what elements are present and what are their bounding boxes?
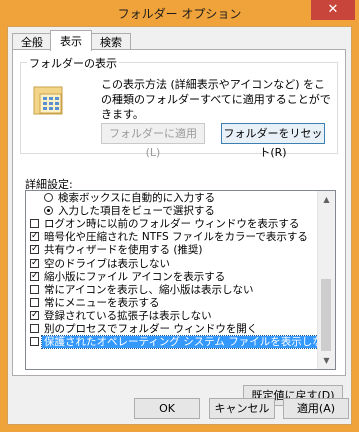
apply-button[interactable]: 適用(A) xyxy=(283,398,349,419)
cancel-button[interactable]: キャンセル xyxy=(209,398,275,419)
reset-folders-button[interactable]: フォルダーをリセット(R) xyxy=(221,123,325,159)
dialog-body: 全般 表示 検索 フォルダーの表示 この表示方法 (詳細表示やアイコンなど) を… xyxy=(7,26,352,425)
checkbox[interactable] xyxy=(30,297,39,307)
checkbox[interactable] xyxy=(30,284,39,294)
advanced-setting-label: 検索ボックスに自動的に入力する xyxy=(58,192,216,205)
advanced-setting-label: 常にメニューを表示する xyxy=(44,296,160,309)
advanced-setting-label: 暗号化や圧縮された NTFS ファイルをカラーで表示する xyxy=(44,231,308,244)
close-button[interactable]: ✕ xyxy=(311,0,355,20)
advanced-setting-label: ログオン時に以前のフォルダー ウィンドウを表示する xyxy=(44,218,300,231)
radio-button[interactable] xyxy=(44,193,53,203)
advanced-setting-row[interactable]: ログオン時に以前のフォルダー ウィンドウを表示する xyxy=(26,218,318,230)
folder-options-window: フォルダー オプション ✕ 全般 表示 検索 フォルダーの表示 この表示方法 (… xyxy=(0,0,359,432)
folder-views-description: この表示方法 (詳細表示やアイコンなど) をこの種類のフォルダーすべてに適用する… xyxy=(101,78,331,121)
title-bar[interactable]: フォルダー オプション ✕ xyxy=(0,0,359,26)
advanced-setting-row[interactable]: 空のドライブは表示しない xyxy=(26,257,318,270)
advanced-setting-label: 登録されている拡張子は表示しない xyxy=(44,309,212,322)
advanced-setting-label: 常にアイコンを表示し、縮小版は表示しない xyxy=(44,283,254,296)
checkbox[interactable] xyxy=(30,219,39,229)
folder-views-label: フォルダーの表示 xyxy=(27,55,119,71)
advanced-setting-label: 縮小版にファイル アイコンを表示する xyxy=(44,270,226,283)
checkbox[interactable] xyxy=(30,324,39,334)
view-tab-panel: フォルダーの表示 この表示方法 (詳細表示やアイコンなど) をこの種類のフォルダ… xyxy=(12,49,346,406)
window-title: フォルダー オプション xyxy=(117,7,242,21)
tab-view[interactable]: 表示 xyxy=(50,30,92,51)
advanced-setting-row[interactable]: 常にアイコンを表示し、縮小版は表示しない xyxy=(26,284,318,296)
advanced-setting-label: 別のプロセスでフォルダー ウィンドウを開く xyxy=(44,323,258,336)
checkbox[interactable] xyxy=(30,243,39,255)
radio-button[interactable] xyxy=(44,206,53,216)
checkbox[interactable] xyxy=(30,230,39,242)
advanced-settings-list[interactable]: 検索ボックスに自動的に入力する 入力した項目をビューで選択する ログオン時に以前のフ… xyxy=(25,190,336,370)
advanced-setting-row[interactable]: 検索ボックスに自動的に入力する xyxy=(26,192,318,204)
advanced-setting-row[interactable]: 入力した項目をビューで選択する xyxy=(26,205,318,217)
ok-button[interactable]: OK xyxy=(134,398,200,419)
advanced-setting-row[interactable]: 常にメニューを表示する xyxy=(26,297,318,309)
folder-views-group: フォルダーの表示 この表示方法 (詳細表示やアイコンなど) をこの種類のフォルダ… xyxy=(20,55,338,159)
apply-to-folders-button[interactable]: フォルダーに適用(L) xyxy=(101,123,205,159)
advanced-setting-row[interactable]: 暗号化や圧縮された NTFS ファイルをカラーで表示する xyxy=(26,230,318,244)
advanced-setting-row[interactable]: 縮小版にファイル アイコンを表示する xyxy=(26,270,318,283)
checkbox[interactable] xyxy=(30,270,39,282)
vertical-scrollbar[interactable]: ▲ ▼ xyxy=(317,191,335,369)
checkbox[interactable] xyxy=(30,257,39,269)
scroll-up-icon[interactable]: ▲ xyxy=(318,191,335,208)
advanced-setting-label: 共有ウィザードを使用する (推奨) xyxy=(44,244,203,257)
advanced-setting-row[interactable]: 登録されている拡張子は表示しない xyxy=(26,309,318,322)
scroll-down-icon[interactable]: ▼ xyxy=(318,352,335,369)
advanced-setting-label: 保護されたオペレーティング システム ファイルを表示しない (推奨) xyxy=(41,335,335,350)
scroll-thumb[interactable] xyxy=(321,279,331,351)
checkbox[interactable] xyxy=(30,337,39,347)
checkbox[interactable] xyxy=(30,309,39,321)
advanced-setting-row[interactable]: 保護されたオペレーティング システム ファイルを表示しない (推奨) xyxy=(26,335,335,350)
advanced-setting-row[interactable]: 共有ウィザードを使用する (推奨) xyxy=(26,243,318,257)
tab-general[interactable]: 全般 xyxy=(12,33,52,50)
advanced-setting-label: 空のドライブは表示しない xyxy=(44,257,170,270)
advanced-setting-row[interactable]: 別のプロセスでフォルダー ウィンドウを開く xyxy=(26,323,318,335)
tab-search[interactable]: 検索 xyxy=(91,33,131,50)
advanced-setting-label: 入力した項目をビューで選択する xyxy=(58,205,215,218)
folder-view-icon xyxy=(33,86,63,115)
